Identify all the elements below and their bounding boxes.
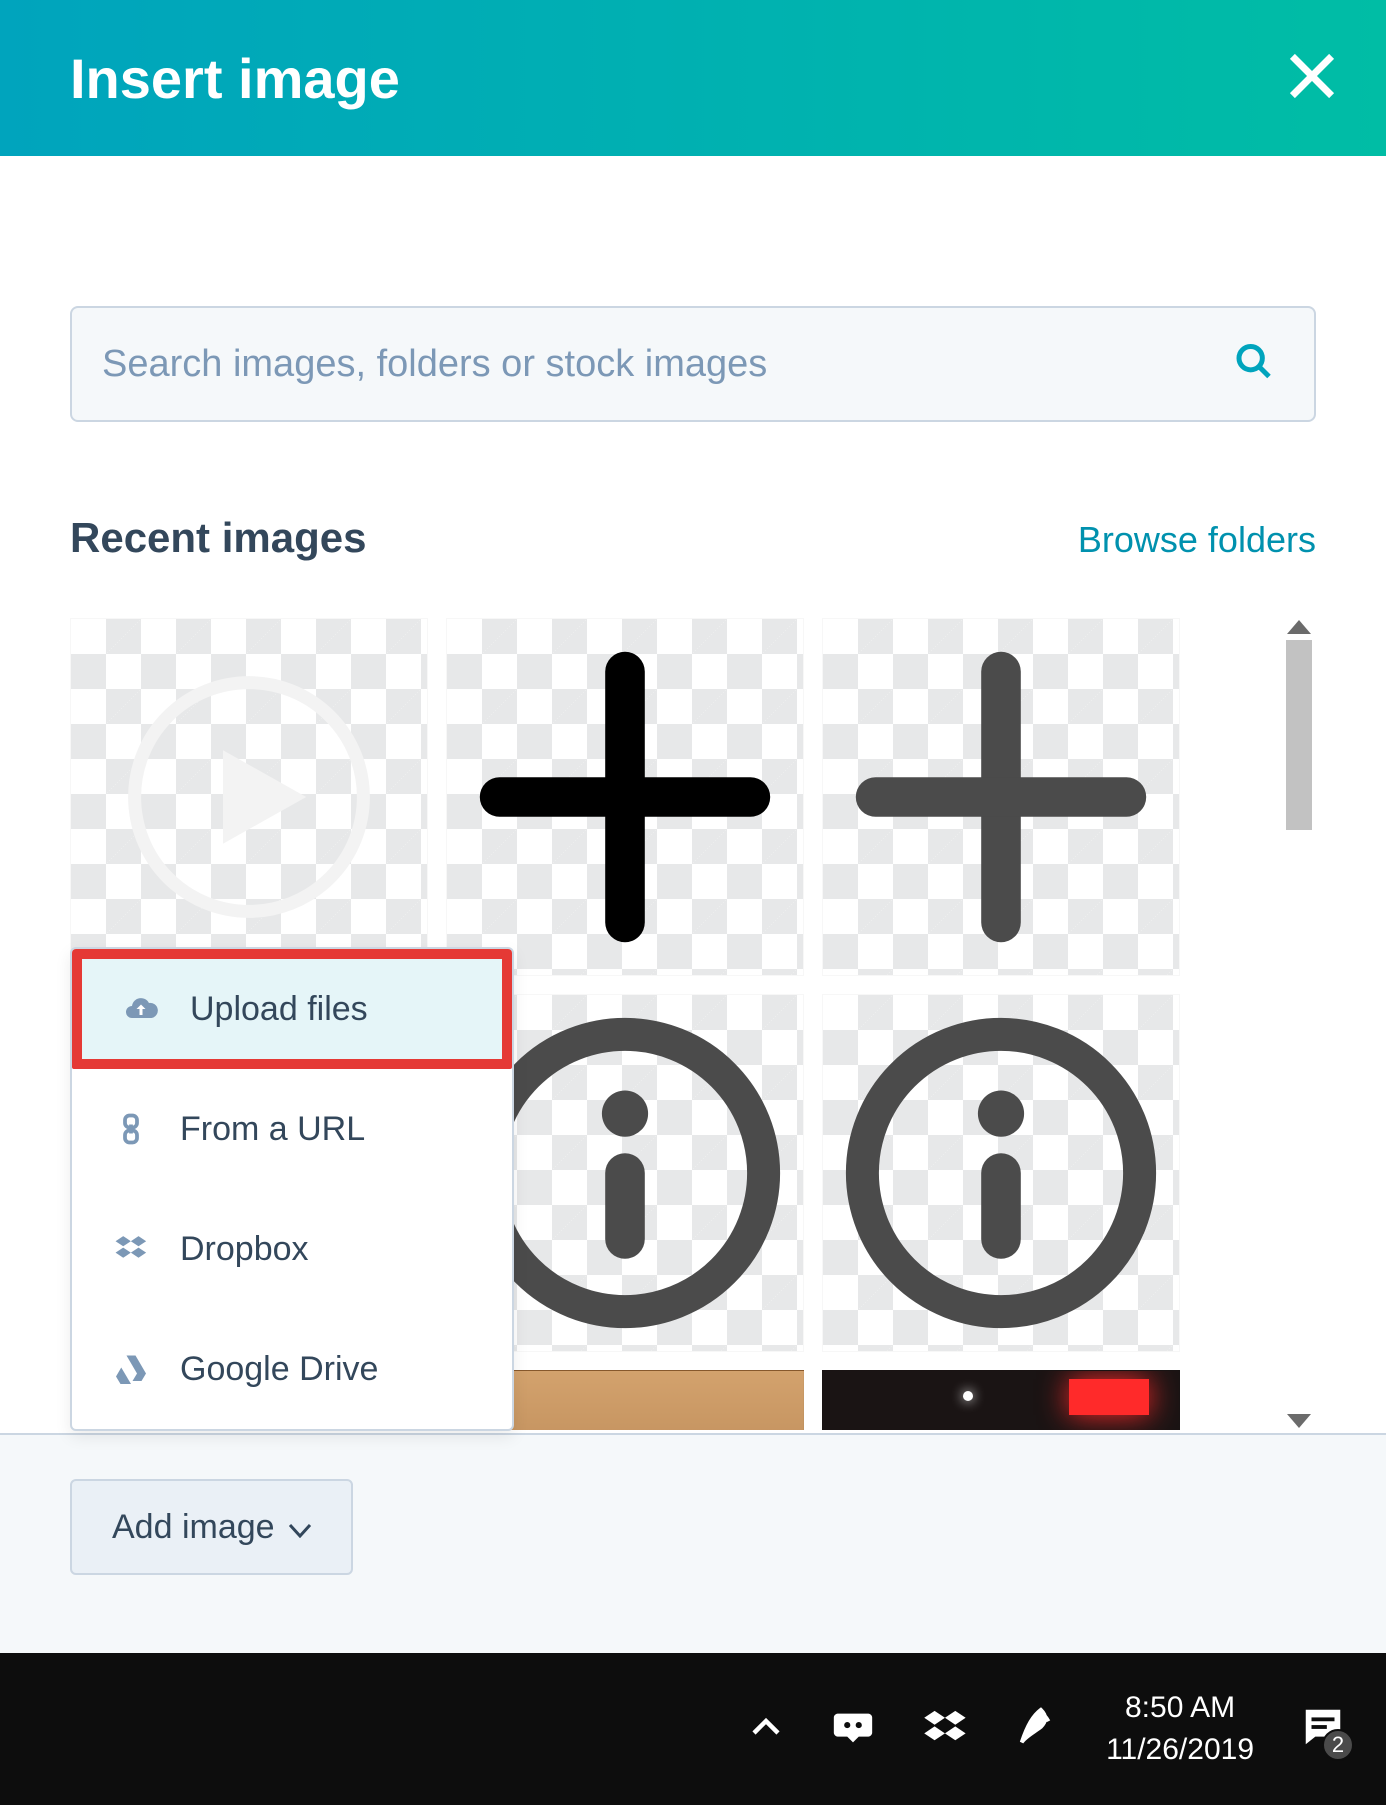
scroll-up-icon[interactable]: [1287, 620, 1311, 634]
cloud-upload-icon: [120, 991, 162, 1027]
menu-item-dropbox[interactable]: Dropbox: [72, 1189, 512, 1309]
recent-images-title: Recent images: [70, 514, 366, 562]
link-icon: [110, 1111, 152, 1147]
modal-footer: Add image: [0, 1433, 1386, 1653]
scroll-track[interactable]: [1286, 640, 1312, 1408]
scrollbar[interactable]: [1282, 618, 1316, 1430]
menu-item-google-drive[interactable]: Google Drive: [72, 1309, 512, 1429]
tray-clock[interactable]: 8:50 AM 11/26/2019: [1106, 1687, 1254, 1771]
plus-icon: [823, 619, 1179, 975]
dropbox-icon: [110, 1231, 152, 1267]
menu-item-cloud-upload[interactable]: Upload files: [72, 949, 512, 1069]
close-button[interactable]: [1284, 48, 1340, 109]
image-thumbnail[interactable]: [70, 618, 428, 976]
menu-item-link[interactable]: From a URL: [72, 1069, 512, 1189]
add-image-label: Add image: [112, 1508, 275, 1547]
image-thumbnail[interactable]: [822, 994, 1180, 1352]
menu-item-label: Dropbox: [180, 1230, 309, 1269]
taskbar: 8:50 AM 11/26/2019 2: [0, 1653, 1386, 1805]
play-icon: [71, 619, 427, 975]
plus-icon: [447, 619, 803, 975]
image-thumbnail[interactable]: [822, 1370, 1180, 1430]
scroll-down-icon[interactable]: [1287, 1414, 1311, 1428]
search-icon: [1234, 342, 1274, 387]
modal-title: Insert image: [70, 46, 400, 111]
pen-app-icon[interactable]: [1014, 1704, 1060, 1755]
info-icon: [823, 995, 1179, 1351]
image-thumbnail[interactable]: [446, 618, 804, 976]
add-image-button[interactable]: Add image: [70, 1479, 353, 1575]
scroll-handle[interactable]: [1286, 640, 1312, 830]
tray-time: 8:50 AM: [1106, 1687, 1254, 1729]
image-thumbnail[interactable]: [822, 618, 1180, 976]
google-drive-icon: [110, 1351, 152, 1387]
search-input[interactable]: [102, 343, 1214, 386]
dropbox-tray-icon[interactable]: [922, 1704, 968, 1755]
close-icon: [1284, 91, 1340, 108]
tray-date: 11/26/2019: [1106, 1729, 1254, 1771]
menu-item-label: From a URL: [180, 1110, 365, 1149]
notification-count: 2: [1322, 1729, 1354, 1761]
browse-folders-link[interactable]: Browse folders: [1078, 519, 1316, 561]
add-image-menu: Upload files From a URL Dropbox Google Driv…: [70, 947, 514, 1431]
discord-icon[interactable]: [830, 1704, 876, 1755]
menu-item-label: Upload files: [190, 990, 368, 1029]
section-header: Recent images Browse folders: [70, 514, 1316, 562]
modal-header: Insert image: [0, 0, 1386, 156]
search-field[interactable]: [70, 306, 1316, 422]
tray-overflow-icon[interactable]: [748, 1709, 784, 1750]
caret-down-icon: [289, 1508, 311, 1547]
notifications-icon[interactable]: 2: [1300, 1704, 1346, 1755]
menu-item-label: Google Drive: [180, 1350, 378, 1389]
